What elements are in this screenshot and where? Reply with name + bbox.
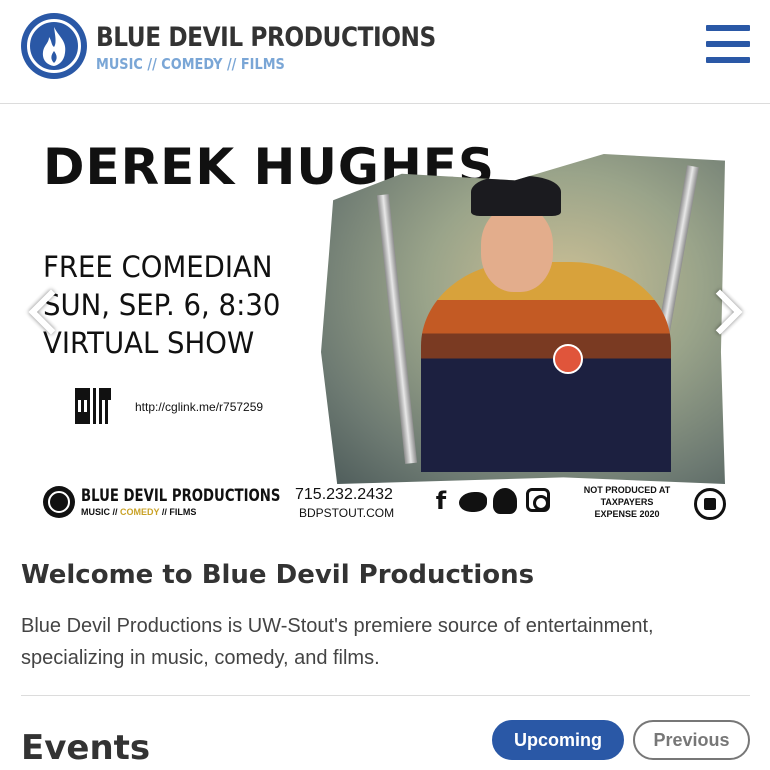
jacket-badge-icon: [553, 344, 583, 374]
footer-sub-music: MUSIC: [81, 507, 110, 517]
blue-devil-logo[interactable]: [21, 13, 87, 79]
event-carousel-slide[interactable]: DEREK HUGHES FREE COMEDIAN SUN, SEP. 6, …: [21, 132, 750, 528]
footer-brand: BLUE DEVIL PRODUCTIONS: [81, 486, 281, 506]
menu-bar: [706, 41, 750, 47]
qr-url: http://cglink.me/r757259: [135, 400, 264, 414]
carousel-next-chevron-right-icon[interactable]: [720, 282, 742, 338]
banner-line: VIRTUAL SHOW: [43, 326, 255, 360]
phone-number: 715.232.2432: [295, 486, 393, 503]
site-header: BLUE DEVIL PRODUCTIONS MUSIC // COMEDY /…: [0, 0, 770, 104]
website-url: BDPSTOUT.COM: [299, 506, 395, 520]
upcoming-events-button[interactable]: Upcoming: [492, 720, 624, 760]
face-graphic: [481, 206, 553, 292]
carousel-prev-chevron-left-icon[interactable]: [29, 282, 51, 338]
brand-subtitle: MUSIC // COMEDY // FILMS: [96, 55, 285, 73]
footer-logo-icon: [43, 486, 75, 518]
pole-graphic: [376, 194, 418, 464]
previous-events-button[interactable]: Previous: [633, 720, 750, 760]
banner-line: SUN, SEP. 6, 8:30: [43, 288, 281, 322]
seal-icon: [694, 488, 726, 520]
section-divider: [21, 695, 750, 696]
flame-icon: [42, 27, 66, 66]
snapchat-icon: [493, 488, 517, 514]
jacket-graphic: [421, 262, 671, 472]
menu-bar: [706, 57, 750, 63]
footer-sub-separator: //: [110, 507, 121, 517]
hat-graphic: [471, 176, 561, 216]
footer-sub-separator: //: [159, 507, 170, 517]
twitter-icon: [459, 492, 487, 512]
menu-bar: [706, 25, 750, 31]
brand-title[interactable]: BLUE DEVIL PRODUCTIONS: [96, 22, 436, 53]
welcome-description: Blue Devil Productions is UW-Stout's pre…: [21, 615, 654, 669]
comedian-photo: [321, 154, 725, 484]
footer-sub-comedy: COMEDY: [120, 507, 160, 517]
footer-sub-films: FILMS: [169, 507, 197, 517]
taxpayer-note: NOT PRODUCED AT TAXPAYERS EXPENSE 2020: [583, 485, 671, 519]
welcome-heading: Welcome to Blue Devil Productions: [21, 560, 535, 590]
facebook-icon: f: [435, 487, 447, 515]
events-heading: Events: [21, 728, 151, 768]
footer-subtitle: MUSIC // COMEDY // FILMS: [81, 507, 196, 517]
qr-code-icon: [75, 388, 111, 424]
hamburger-menu-icon[interactable]: [706, 25, 750, 63]
instagram-icon: [526, 488, 550, 512]
banner-line: FREE COMEDIAN: [43, 250, 273, 284]
